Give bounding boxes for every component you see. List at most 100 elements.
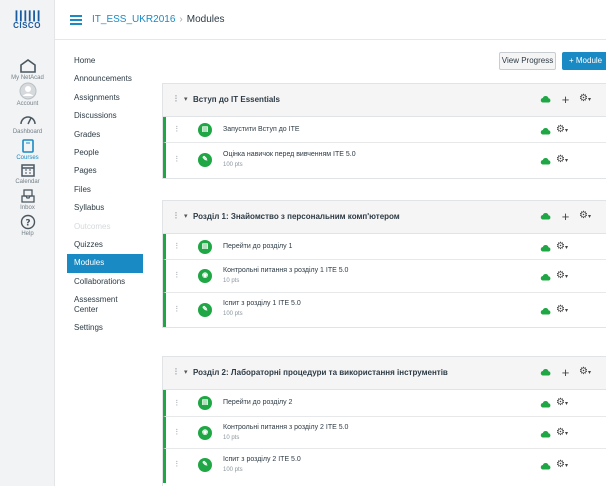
module-item-row[interactable]: ⠇ ▤ Запустити Вступ до ITE ⚙▾ [163, 117, 606, 143]
add-item-plus-icon[interactable]: + [557, 90, 574, 110]
course-nav-outcomes[interactable]: Outcomes [67, 218, 143, 236]
drag-handle-icon[interactable]: ⠇ [175, 305, 181, 314]
course-nav-modules[interactable]: Modules [67, 254, 143, 273]
module-header: ⠇ ▾ Розділ 1: Знайомство з персональним … [163, 201, 606, 234]
item-settings-gear-icon[interactable]: ⚙▾ [556, 397, 568, 408]
drag-handle-icon[interactable]: ⠇ [175, 399, 181, 408]
module-item-row[interactable]: ⠇ ✎ Іспит з розділу 2 ITE 5.0 100 pts ⚙▾ [163, 449, 606, 483]
course-nav-discussions[interactable]: Discussions [67, 107, 143, 125]
drag-handle-icon[interactable]: ⠇ [175, 242, 181, 251]
global-nav-calendar[interactable]: Calendar [0, 162, 55, 185]
course-nav-files[interactable]: Files [67, 181, 143, 199]
drag-handle-icon[interactable]: ⠇ [174, 94, 181, 105]
assignment-icon: ✎ [198, 153, 212, 167]
module-item-row[interactable]: ⠇ ▤ Перейти до розділу 2 ⚙▾ [163, 390, 606, 417]
module-item-title[interactable]: Іспит з розділу 2 ITE 5.0 [223, 456, 301, 463]
published-cloud-icon[interactable] [540, 244, 551, 252]
course-nav-grades[interactable]: Grades [67, 126, 143, 144]
module-item-title[interactable]: Контрольні питання з розділу 2 ITE 5.0 [223, 424, 348, 431]
module-item-title[interactable]: Іспит з розділу 1 ITE 5.0 [223, 300, 301, 307]
global-nav-label: My NetAcad [11, 75, 44, 81]
collapse-chevron-icon[interactable]: ▾ [184, 212, 188, 220]
module-item-row[interactable]: ⠇ ✎ Іспит з розділу 1 ITE 5.0 100 pts ⚙▾ [163, 293, 606, 327]
item-settings-gear-icon[interactable]: ⚙▾ [556, 154, 568, 165]
course-nav-settings[interactable]: Settings [67, 319, 143, 337]
global-nav-courses[interactable]: Courses [0, 138, 55, 161]
module-title[interactable]: Розділ 1: Знайомство з персональним комп… [193, 212, 400, 221]
module-item-row[interactable]: ⠇ ◉ Контрольні питання з розділу 2 ITE 5… [163, 417, 606, 449]
module-item-title[interactable]: Перейти до розділу 1 [223, 243, 292, 250]
drag-handle-icon[interactable]: ⠇ [175, 428, 181, 437]
course-nav-pages[interactable]: Pages [67, 162, 143, 180]
published-cloud-icon[interactable] [540, 127, 551, 135]
published-cloud-icon[interactable] [540, 307, 551, 315]
module-settings-gear-icon[interactable]: ⚙▾ [579, 210, 591, 221]
global-nav-netacad[interactable]: My NetAcad [0, 58, 55, 81]
module-title[interactable]: Розділ 2: Лабораторні процедури та викор… [193, 368, 448, 377]
course-nav-home[interactable]: Home [67, 52, 143, 70]
module-item-row[interactable]: ⠇ ✎ Оцінка навичок перед вивченням ITE 5… [163, 143, 606, 178]
view-progress-button[interactable]: View Progress [499, 52, 556, 70]
item-settings-gear-icon[interactable]: ⚙▾ [556, 304, 568, 315]
course-nav-quizzes[interactable]: Quizzes [67, 236, 143, 254]
caret-down-icon: ▾ [587, 370, 591, 376]
quiz-icon: ◉ [198, 269, 212, 283]
global-nav-help[interactable]: ? Help [0, 214, 55, 237]
global-nav-label: Account [16, 101, 39, 107]
global-nav-inbox[interactable]: Inbox [0, 188, 55, 211]
module-item-row[interactable]: ⠇ ◉ Контрольні питання з розділу 1 ITE 5… [163, 260, 606, 293]
published-cloud-icon[interactable] [540, 462, 551, 470]
caret-down-icon: ▾ [564, 308, 568, 314]
published-cloud-icon[interactable] [540, 400, 551, 408]
collapse-chevron-icon[interactable]: ▾ [184, 368, 188, 376]
course-nav-announcements[interactable]: Announcements [67, 70, 143, 88]
global-nav: ┃┃┃┃┃┃ CISCO My NetAcad Account Dashboar… [0, 0, 55, 486]
module-settings-gear-icon[interactable]: ⚙▾ [579, 366, 591, 377]
breadcrumb-course-link[interactable]: IT_ESS_UKR2016 [92, 14, 175, 25]
drag-handle-icon[interactable]: ⠇ [174, 211, 181, 222]
course-nav-assignments[interactable]: Assignments [67, 89, 143, 107]
cisco-logo[interactable]: ┃┃┃┃┃┃ CISCO [7, 12, 47, 31]
drag-handle-icon[interactable]: ⠇ [175, 271, 181, 280]
hamburger-menu-icon[interactable] [70, 15, 82, 25]
module-item-row[interactable]: ⠇ ▤ Перейти до розділу 1 ⚙▾ [163, 234, 606, 260]
add-module-button[interactable]: + Module [562, 52, 606, 70]
breadcrumb-current: Modules [186, 14, 225, 25]
item-settings-gear-icon[interactable]: ⚙▾ [556, 241, 568, 252]
help-question-icon: ? [20, 214, 35, 230]
item-settings-gear-icon[interactable]: ⚙▾ [556, 270, 568, 281]
item-settings-gear-icon[interactable]: ⚙▾ [556, 427, 568, 438]
module-item-points: 100 pts [223, 311, 243, 317]
course-nav-collaborations[interactable]: Collaborations [67, 273, 143, 291]
drag-handle-icon[interactable]: ⠇ [174, 367, 181, 378]
published-cloud-icon[interactable] [540, 95, 551, 103]
published-cloud-icon[interactable] [540, 157, 551, 165]
item-settings-gear-icon[interactable]: ⚙▾ [556, 459, 568, 470]
course-nav-syllabus[interactable]: Syllabus [67, 199, 143, 217]
module-title[interactable]: Вступ до IT Essentials [193, 95, 280, 104]
global-nav-dashboard[interactable]: Dashboard [0, 112, 55, 135]
course-nav-people[interactable]: People [67, 144, 143, 162]
drag-handle-icon[interactable]: ⠇ [175, 125, 181, 134]
house-icon [19, 59, 36, 73]
cisco-logo-wordmark: CISCO [13, 21, 41, 30]
gear-icon: ⚙ [556, 154, 565, 165]
drag-handle-icon[interactable]: ⠇ [175, 155, 181, 164]
module-item-title[interactable]: Перейти до розділу 2 [223, 399, 292, 406]
published-cloud-icon[interactable] [540, 430, 551, 438]
published-cloud-icon[interactable] [540, 368, 551, 376]
collapse-chevron-icon[interactable]: ▾ [184, 95, 188, 103]
published-cloud-icon[interactable] [540, 273, 551, 281]
drag-handle-icon[interactable]: ⠇ [175, 460, 181, 469]
module-item-title[interactable]: Запустити Вступ до ITE [223, 126, 300, 133]
global-nav-label: Courses [16, 155, 39, 161]
global-nav-account[interactable]: Account [0, 82, 55, 107]
module-item-title[interactable]: Контрольні питання з розділу 1 ITE 5.0 [223, 267, 348, 274]
item-settings-gear-icon[interactable]: ⚙▾ [556, 124, 568, 135]
add-item-plus-icon[interactable]: + [557, 207, 574, 227]
module-item-title[interactable]: Оцінка навичок перед вивченням ITE 5.0 [223, 151, 356, 158]
published-cloud-icon[interactable] [540, 212, 551, 220]
add-item-plus-icon[interactable]: + [557, 363, 574, 383]
course-nav-assessment-center[interactable]: Assessment Center [67, 291, 143, 319]
module-settings-gear-icon[interactable]: ⚙▾ [579, 93, 591, 104]
